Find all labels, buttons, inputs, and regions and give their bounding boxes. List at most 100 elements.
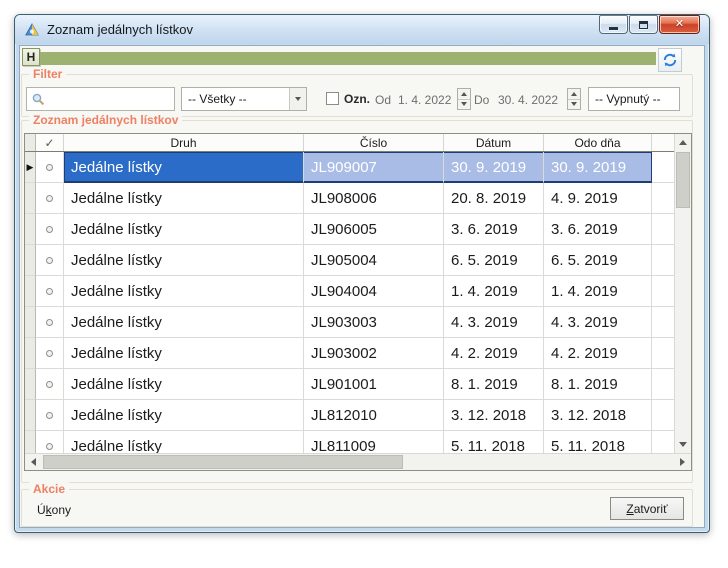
filter-group: Filter -- Všetky -- Ozn. Od 1. 4. 2022 — [21, 74, 693, 117]
cell-odo-dna: 4. 9. 2019 — [544, 183, 652, 214]
vertical-scrollbar-thumb[interactable] — [676, 152, 690, 208]
cell-cislo: JL905004 — [304, 245, 444, 276]
marked-checkbox[interactable] — [326, 92, 339, 105]
cell-filler — [652, 338, 674, 369]
header-datum[interactable]: Dátum — [444, 134, 544, 151]
cell-cislo: JL903002 — [304, 338, 444, 369]
arrow-up-icon — [679, 140, 687, 145]
row-marker-icon — [46, 350, 53, 357]
h-hotkey-button[interactable]: H — [22, 48, 40, 66]
row-marker[interactable] — [36, 369, 64, 400]
ukony-menu-label[interactable]: Úkony — [37, 503, 71, 517]
header-row-indicator — [25, 134, 36, 151]
table-row[interactable]: Jedálne lístky JL904004 1. 4. 2019 1. 4.… — [25, 276, 674, 307]
vertical-scrollbar[interactable] — [674, 134, 691, 453]
maximize-button[interactable] — [629, 15, 658, 34]
table-row[interactable]: ▶ Jedálne lístky JL909007 30. 9. 2019 30… — [25, 152, 674, 183]
scroll-up-button[interactable] — [675, 134, 691, 151]
cell-cislo: JL811009 — [304, 431, 444, 453]
close-icon: ✕ — [675, 19, 684, 30]
scroll-left-button[interactable] — [25, 454, 42, 470]
cell-druh: Jedálne lístky — [64, 431, 304, 453]
arrow-up-icon — [461, 92, 467, 96]
table-row[interactable]: Jedálne lístky JL811009 5. 11. 2018 5. 1… — [25, 431, 674, 453]
row-indicator — [25, 431, 36, 453]
cell-odo-dna: 4. 2. 2019 — [544, 338, 652, 369]
cell-druh: Jedálne lístky — [64, 214, 304, 245]
cell-datum: 3. 6. 2019 — [444, 214, 544, 245]
cell-datum: 4. 3. 2019 — [444, 307, 544, 338]
close-dialog-button[interactable]: Zatvoriť — [610, 497, 684, 520]
filter-type-dropdown-button[interactable] — [289, 88, 306, 110]
date-from-label: Od — [375, 93, 391, 107]
cell-filler — [652, 369, 674, 400]
arrow-down-icon — [679, 442, 687, 447]
minimize-button[interactable] — [599, 15, 628, 34]
row-marker-icon — [46, 257, 53, 264]
cell-cislo: JL906005 — [304, 214, 444, 245]
row-marker[interactable] — [36, 276, 64, 307]
date-to-down-button[interactable] — [568, 100, 580, 110]
date-to-stepper — [567, 88, 581, 110]
row-marker-icon — [46, 412, 53, 419]
close-button[interactable]: ✕ — [659, 15, 700, 34]
table-row[interactable]: Jedálne lístky JL901001 8. 1. 2019 8. 1.… — [25, 369, 674, 400]
table-row[interactable]: Jedálne lístky JL908006 20. 8. 2019 4. 9… — [25, 183, 674, 214]
date-to-value[interactable]: 30. 4. 2022 — [498, 93, 558, 107]
horizontal-scrollbar[interactable] — [25, 453, 691, 470]
row-marker[interactable] — [36, 214, 64, 245]
row-marker[interactable] — [36, 183, 64, 214]
header-druh[interactable]: Druh — [64, 134, 304, 151]
cell-druh: Jedálne lístky — [64, 338, 304, 369]
cell-cislo: JL904004 — [304, 276, 444, 307]
cell-druh: Jedálne lístky — [64, 152, 304, 183]
row-marker[interactable] — [36, 338, 64, 369]
cell-odo-dna: 30. 9. 2019 — [544, 152, 652, 183]
cell-datum: 30. 9. 2019 — [444, 152, 544, 183]
search-input[interactable] — [26, 87, 175, 111]
cell-druh: Jedálne lístky — [64, 183, 304, 214]
row-marker[interactable] — [36, 245, 64, 276]
cell-druh: Jedálne lístky — [64, 276, 304, 307]
row-indicator — [25, 276, 36, 307]
arrow-down-icon — [571, 102, 577, 106]
table-row[interactable]: Jedálne lístky JL812010 3. 12. 2018 3. 1… — [25, 400, 674, 431]
cell-filler — [652, 214, 674, 245]
arrow-up-icon — [571, 92, 577, 96]
scroll-right-button[interactable] — [674, 454, 691, 470]
toolbar-accent-bar — [40, 52, 656, 65]
state-filter-select[interactable]: -- Vypnutý -- — [588, 87, 680, 111]
cell-filler — [652, 307, 674, 338]
minimize-icon — [609, 27, 618, 30]
cell-druh: Jedálne lístky — [64, 245, 304, 276]
horizontal-scrollbar-thumb[interactable] — [43, 455, 403, 469]
cell-odo-dna: 8. 1. 2019 — [544, 369, 652, 400]
row-marker[interactable] — [36, 431, 64, 453]
cell-filler — [652, 183, 674, 214]
header-odo-dna[interactable]: Odo dňa — [544, 134, 652, 151]
row-marker[interactable] — [36, 307, 64, 338]
date-from-value[interactable]: 1. 4. 2022 — [398, 93, 451, 107]
header-check-column[interactable]: ✓ — [36, 134, 64, 151]
header-cislo[interactable]: Číslo — [304, 134, 444, 151]
date-from-down-button[interactable] — [458, 100, 470, 110]
actions-group-label: Akcie — [29, 482, 69, 496]
cell-odo-dna: 3. 6. 2019 — [544, 214, 652, 245]
arrow-left-icon — [31, 458, 36, 466]
table-row[interactable]: Jedálne lístky JL905004 6. 5. 2019 6. 5.… — [25, 245, 674, 276]
cell-druh: Jedálne lístky — [64, 400, 304, 431]
filter-type-select[interactable]: -- Všetky -- — [181, 87, 307, 111]
table-row[interactable]: Jedálne lístky JL906005 3. 6. 2019 3. 6.… — [25, 214, 674, 245]
refresh-button[interactable] — [658, 48, 682, 72]
row-marker[interactable] — [36, 152, 64, 183]
cell-odo-dna: 5. 11. 2018 — [544, 431, 652, 453]
table-row[interactable]: Jedálne lístky JL903003 4. 3. 2019 4. 3.… — [25, 307, 674, 338]
table-row[interactable]: Jedálne lístky JL903002 4. 2. 2019 4. 2.… — [25, 338, 674, 369]
app-window: Zoznam jedálnych lístkov ✕ H Filter — [14, 14, 710, 533]
row-marker[interactable] — [36, 400, 64, 431]
maximize-icon — [639, 21, 648, 29]
cell-datum: 1. 4. 2019 — [444, 276, 544, 307]
date-from-up-button[interactable] — [458, 89, 470, 100]
scroll-down-button[interactable] — [675, 436, 691, 453]
date-to-up-button[interactable] — [568, 89, 580, 100]
